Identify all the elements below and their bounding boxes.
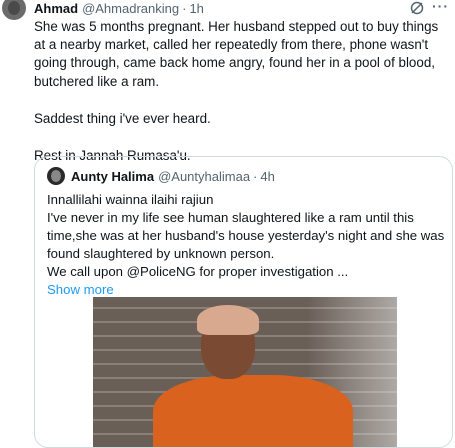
quoted-tweet-time: 4h — [260, 168, 275, 184]
separator-dot: · — [182, 0, 187, 16]
quoted-tweet[interactable]: Aunty Halima @Auntyhalimaa · 4h Innallil… — [34, 156, 453, 448]
pink-cap — [197, 305, 259, 335]
author-avatar[interactable] — [2, 0, 26, 20]
quoted-line: We call upon @PoliceNG for proper invest… — [47, 264, 349, 279]
quoted-line: I've never in my life see human slaughte… — [47, 210, 445, 261]
tweet-time[interactable]: 1h — [189, 1, 203, 16]
more-horizontal-icon[interactable]: ··· — [432, 0, 450, 16]
quoted-author-avatar — [47, 167, 65, 185]
quoted-tweet-header: Aunty Halima @Auntyhalimaa · 4h — [47, 167, 275, 185]
quoted-tweet-text: Innallilahi wainna ilaihi rajiun I've ne… — [47, 191, 447, 299]
quoted-author-handle: @Auntyhalimaa — [158, 168, 251, 184]
tweet-paragraph: Saddest thing i've ever heard. — [34, 110, 211, 126]
tweet-text: She was 5 months pregnant. Her husband s… — [34, 18, 449, 165]
separator-dot: · — [253, 168, 258, 184]
quoted-line: Innallilahi wainna ilaihi rajiun — [47, 192, 214, 207]
grok-icon[interactable] — [409, 0, 425, 16]
quoted-author-name: Aunty Halima — [71, 168, 155, 184]
author-handle[interactable]: @Ahmadranking — [82, 1, 179, 16]
quoted-tweet-photo[interactable] — [93, 297, 397, 447]
tweet-paragraph: She was 5 months pregnant. Her husband s… — [34, 19, 439, 89]
orange-garment — [153, 375, 353, 447]
tweet-header: Ahmad @Ahmadranking · 1h — [34, 0, 204, 16]
author-name[interactable]: Ahmad — [34, 1, 78, 16]
